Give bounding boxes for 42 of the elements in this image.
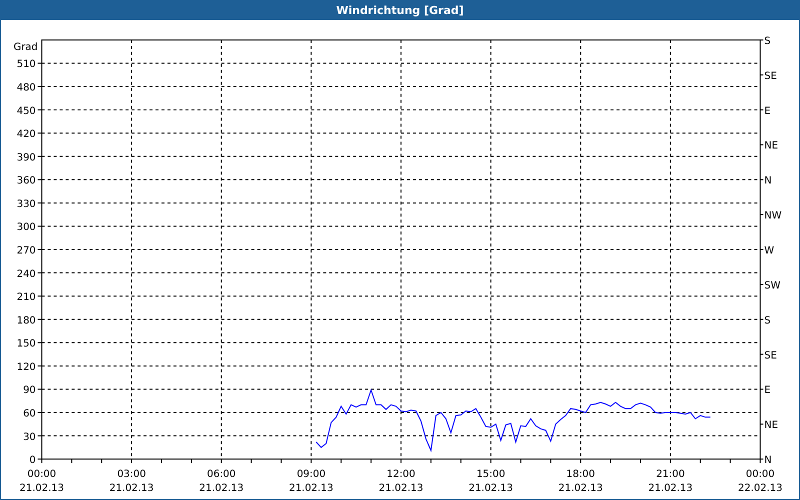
compass-label: E [764, 385, 771, 396]
axis-label: 06:00 21.02.13 [199, 469, 244, 494]
axis-label: 180 [16, 315, 36, 326]
compass-label: NE [764, 420, 778, 432]
axis-label: 360 [16, 176, 36, 187]
compass-label: N [764, 176, 772, 187]
axis-label: 03:00 21.02.13 [109, 469, 154, 494]
axis-label: 120 [16, 362, 36, 373]
compass-label: SE [764, 350, 777, 362]
axis-label: 420 [16, 129, 36, 140]
compass-label: N [764, 455, 772, 466]
axis-title: Grad [14, 42, 38, 53]
axis-label: 90 [23, 385, 36, 396]
axis-label: 12:00 21.02.13 [378, 469, 424, 494]
axis-label: 00:00 22.02.13 [738, 469, 782, 494]
window-title: Windrichtung [Grad] [336, 4, 464, 16]
axis-label: 300 [16, 222, 36, 234]
axis-label: 240 [16, 268, 36, 280]
compass-label: SW [764, 280, 780, 292]
axis-label: 0 [29, 455, 36, 466]
axis-label: 150 [16, 338, 36, 350]
axis-label: 270 [16, 246, 36, 257]
axis-label: 18:00 21.02.13 [558, 469, 603, 494]
axis-label: 21:00 21.02.13 [648, 469, 693, 494]
axis-label: 09:00 21.02.13 [288, 469, 334, 494]
axis-label: 210 [16, 292, 36, 304]
axis-label: 510 [16, 59, 36, 70]
axis-label: 330 [16, 198, 36, 210]
axis-label: 450 [16, 106, 36, 117]
compass-label: S [764, 36, 771, 47]
compass-label: SE [764, 70, 777, 82]
axis-label: 30 [23, 432, 36, 443]
axis-label: 390 [16, 152, 36, 164]
axis-label: 480 [16, 82, 36, 94]
compass-label: NE [764, 140, 778, 152]
axis-label: 00:00 21.02.13 [20, 469, 64, 494]
compass-label: E [764, 106, 771, 117]
compass-label: NW [764, 210, 782, 222]
axis-label: 15:00 21.02.13 [468, 469, 514, 494]
compass-label: S [764, 315, 771, 326]
axis-label: 60 [23, 408, 36, 420]
compass-label: W [764, 246, 774, 257]
